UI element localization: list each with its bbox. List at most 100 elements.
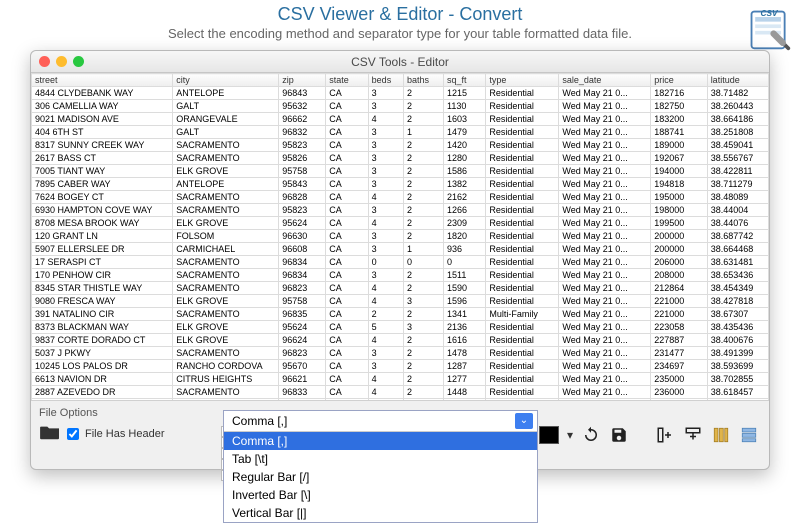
table-row[interactable]: 8317 SUNNY CREEK WAYSACRAMENTO95823CA321… (32, 139, 769, 152)
table-cell[interactable]: Wed May 21 0... (559, 113, 651, 126)
table-cell[interactable]: 8708 MESA BROOK WAY (32, 217, 173, 230)
table-cell[interactable]: 10245 LOS PALOS DR (32, 360, 173, 373)
table-cell[interactable]: Residential (486, 295, 559, 308)
table-row[interactable]: 4844 CLYDEBANK WAYANTELOPE96843CA321215R… (32, 87, 769, 100)
table-cell[interactable]: Residential (486, 126, 559, 139)
table-cell[interactable]: 1215 (444, 87, 486, 100)
column-header[interactable]: type (486, 74, 559, 87)
table-cell[interactable]: 2 (403, 282, 443, 295)
table-cell[interactable]: 1382 (444, 178, 486, 191)
table-cell[interactable]: 2 (403, 217, 443, 230)
table-cell[interactable]: 38.687742 (707, 230, 768, 243)
table-cell[interactable]: Residential (486, 230, 559, 243)
table-cell[interactable]: 96630 (279, 230, 326, 243)
table-cell[interactable]: CA (326, 230, 368, 243)
table-cell[interactable]: 38.454349 (707, 282, 768, 295)
table-cell[interactable]: 0 (403, 256, 443, 269)
table-cell[interactable]: ELK GROVE (173, 334, 279, 347)
table-cell[interactable]: 3 (368, 360, 403, 373)
table-cell[interactable]: 1420 (444, 139, 486, 152)
table-cell[interactable]: 96621 (279, 373, 326, 386)
table-cell[interactable]: Residential (486, 386, 559, 399)
table-row[interactable]: 7624 BOGEY CTSACRAMENTO96828CA422162Resi… (32, 191, 769, 204)
has-header-checkbox[interactable] (67, 428, 79, 440)
table-cell[interactable]: 96823 (279, 347, 326, 360)
table-cell[interactable]: 2162 (444, 191, 486, 204)
table-row[interactable]: 5907 ELLERSLEE DRCARMICHAEL96608CA31936R… (32, 243, 769, 256)
color-swatch[interactable] (539, 426, 559, 444)
table-row[interactable]: 170 PENHOW CIRSACRAMENTO96834CA321511Res… (32, 269, 769, 282)
table-cell[interactable]: 96834 (279, 256, 326, 269)
table-row[interactable]: 404 6TH STGALT96832CA311479ResidentialWe… (32, 126, 769, 139)
table-cell[interactable]: Residential (486, 360, 559, 373)
table-cell[interactable]: ELK GROVE (173, 217, 279, 230)
table-cell[interactable]: 0 (444, 256, 486, 269)
table-cell[interactable]: 306 CAMELLIA WAY (32, 100, 173, 113)
table-cell[interactable]: 1479 (444, 126, 486, 139)
table-cell[interactable]: 3 (368, 152, 403, 165)
separator-option[interactable]: Regular Bar [/] (224, 468, 537, 486)
table-cell[interactable]: 3 (368, 126, 403, 139)
table-cell[interactable]: SACRAMENTO (173, 256, 279, 269)
table-cell[interactable]: 38.664186 (707, 113, 768, 126)
table-cell[interactable]: 96835 (279, 308, 326, 321)
table-cell[interactable]: 96828 (279, 191, 326, 204)
table-cell[interactable]: 2 (403, 308, 443, 321)
table-cell[interactable]: 206000 (651, 256, 708, 269)
table-cell[interactable]: 6613 NAVION DR (32, 373, 173, 386)
table-cell[interactable]: CA (326, 178, 368, 191)
table-cell[interactable]: Wed May 21 0... (559, 139, 651, 152)
separator-option[interactable]: Vertical Bar [|] (224, 504, 537, 522)
table-cell[interactable]: FOLSOM (173, 230, 279, 243)
table-row[interactable]: 5037 J PKWYSACRAMENTO96823CA321478Reside… (32, 347, 769, 360)
table-cell[interactable]: 9080 FRESCA WAY (32, 295, 173, 308)
table-cell[interactable]: ELK GROVE (173, 321, 279, 334)
table-cell[interactable]: SACRAMENTO (173, 308, 279, 321)
table-cell[interactable]: CA (326, 191, 368, 204)
table-cell[interactable]: ANTELOPE (173, 87, 279, 100)
table-cell[interactable]: CA (326, 126, 368, 139)
table-cell[interactable]: 38.618457 (707, 386, 768, 399)
separator-option[interactable]: Comma [,] (224, 432, 537, 450)
table-cell[interactable]: Multi-Family (486, 308, 559, 321)
table-cell[interactable]: Wed May 21 0... (559, 373, 651, 386)
table-cell[interactable]: 3 (403, 321, 443, 334)
table-row[interactable]: 7005 TIANT WAYELK GROVE95758CA321586Resi… (32, 165, 769, 178)
table-cell[interactable]: CA (326, 87, 368, 100)
column-header[interactable]: state (326, 74, 368, 87)
table-cell[interactable]: Residential (486, 243, 559, 256)
table-cell[interactable]: 198000 (651, 204, 708, 217)
table-cell[interactable]: 38.664468 (707, 243, 768, 256)
table-cell[interactable]: 96834 (279, 269, 326, 282)
folder-icon[interactable] (39, 423, 61, 444)
table-cell[interactable]: 936 (444, 243, 486, 256)
table-cell[interactable]: 96833 (279, 386, 326, 399)
refresh-icon[interactable] (581, 426, 601, 444)
table-row[interactable]: 17 SERASPI CTSACRAMENTO96834CA000Residen… (32, 256, 769, 269)
table-cell[interactable]: Wed May 21 0... (559, 282, 651, 295)
separator-dropdown[interactable]: Comma [,] ⌄ Comma [,]Tab [\t]Regular Bar… (223, 410, 538, 523)
table-cell[interactable]: 38.427818 (707, 295, 768, 308)
table-row[interactable]: 8373 BLACKMAN WAYELK GROVE95624CA532136R… (32, 321, 769, 334)
data-table[interactable]: streetcityzipstatebedsbathssq_fttypesale… (31, 73, 769, 401)
table-cell[interactable]: 95624 (279, 321, 326, 334)
table-cell[interactable]: 3 (368, 347, 403, 360)
table-cell[interactable]: 2 (368, 308, 403, 321)
table-cell[interactable]: 0 (368, 256, 403, 269)
table-cell[interactable]: Wed May 21 0... (559, 178, 651, 191)
table-row[interactable]: 9080 FRESCA WAYELK GROVE95758CA431596Res… (32, 295, 769, 308)
rows-icon[interactable] (739, 426, 759, 444)
table-cell[interactable]: 1586 (444, 165, 486, 178)
table-cell[interactable]: 1266 (444, 204, 486, 217)
table-cell[interactable]: 221000 (651, 295, 708, 308)
table-cell[interactable]: CARMICHAEL (173, 243, 279, 256)
table-cell[interactable]: 3 (368, 139, 403, 152)
table-cell[interactable]: Wed May 21 0... (559, 126, 651, 139)
table-cell[interactable]: 189000 (651, 139, 708, 152)
column-header[interactable]: sale_date (559, 74, 651, 87)
table-cell[interactable]: CA (326, 152, 368, 165)
table-cell[interactable]: 38.44076 (707, 217, 768, 230)
table-cell[interactable]: 96624 (279, 334, 326, 347)
table-cell[interactable]: 3 (368, 269, 403, 282)
table-cell[interactable]: CA (326, 256, 368, 269)
